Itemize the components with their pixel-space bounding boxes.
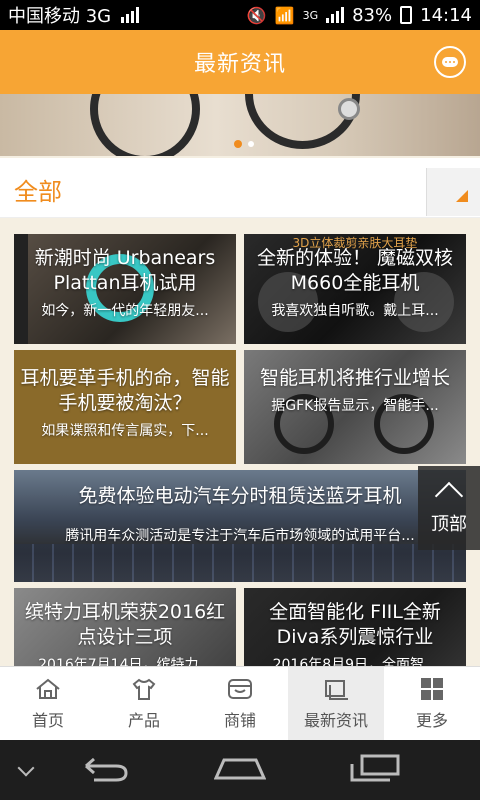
carrier-text: 中国移动 3G [8, 6, 112, 27]
recent-apps-icon[interactable] [350, 754, 400, 786]
tab-label: 首页 [31, 710, 64, 730]
news-icon [322, 677, 350, 701]
status-bar: 中国移动 3G 🔇 📶 3G 83% 14:14 [0, 0, 480, 30]
news-title: 新潮时尚 Urbanears Plattan耳机试用 [34, 247, 216, 294]
dropdown-arrow-icon [456, 190, 468, 202]
bottom-tab-bar: 首页 产品 商铺 最新资讯 更多 [0, 666, 480, 740]
cell-signal-icon [326, 7, 345, 23]
mute-icon: 🔇 [246, 5, 267, 25]
wifi-icon: 📶 [274, 5, 295, 25]
news-title: 全面智能化 FIIL全新Diva系列震惊行业 [269, 601, 441, 648]
news-title: 耳机要革手机的命，智能手机要被淘汰？ [20, 367, 230, 414]
news-list: 新潮时尚 Urbanears Plattan耳机试用 如今，新一代的年轻朋友..… [0, 218, 480, 666]
shirt-icon [130, 677, 158, 701]
news-summary: 腾讯用车众测活动是专注于汽车后市场领域的试用平台... [65, 528, 415, 544]
tab-home[interactable]: 首页 [0, 667, 96, 740]
system-nav-bar [0, 740, 480, 800]
network-type: 3G [302, 8, 319, 22]
news-card[interactable]: 全面智能化 FIIL全新Diva系列震惊行业 2016年8月9日，全面智... [244, 588, 466, 666]
grid-icon [418, 677, 446, 701]
battery-percent: 83% [352, 4, 393, 26]
tab-label: 产品 [127, 710, 160, 730]
tab-label: 更多 [415, 710, 448, 730]
message-button[interactable] [434, 46, 466, 78]
tab-stores[interactable]: 商铺 [192, 667, 288, 740]
signal-strength-icon [121, 7, 140, 23]
news-summary: 如果谍照和传言属实，下... [41, 423, 209, 439]
back-icon[interactable] [84, 756, 130, 786]
tab-label: 商铺 [223, 710, 256, 730]
chevron-up-icon [434, 481, 464, 511]
banner-image[interactable] [0, 94, 480, 156]
category-label: 全部 [14, 178, 62, 206]
home-icon [34, 677, 62, 701]
news-summary: 我喜欢独自听歌。戴上耳... [271, 303, 439, 319]
chevron-down-icon[interactable] [17, 759, 35, 777]
tab-more[interactable]: 更多 [384, 667, 480, 740]
clock: 14:14 [420, 4, 472, 26]
tab-label: 最新资讯 [303, 710, 368, 730]
news-card[interactable]: 智能耳机将推行业增长 据GFK报告显示，智能手... [244, 350, 466, 464]
news-title: 免费体验电动汽车分时租赁送蓝牙耳机 [78, 485, 402, 507]
category-filter: 全部 [0, 158, 480, 218]
news-card[interactable]: 新潮时尚 Urbanears Plattan耳机试用 如今，新一代的年轻朋友..… [14, 234, 236, 344]
news-title: 智能耳机将推行业增长 [259, 367, 450, 389]
news-title: 缤特力耳机荣获2016红点设计三项 [24, 601, 226, 648]
news-title: 全新的体验！ 魔磁双核M660全能耳机 [256, 247, 454, 294]
category-dropdown-button[interactable] [426, 168, 480, 216]
tab-products[interactable]: 产品 [96, 667, 192, 740]
tab-news[interactable]: 最新资讯 [288, 667, 384, 740]
app-header: 最新资讯 [0, 30, 480, 94]
news-card[interactable]: 3D立体裁剪亲肤大耳垫 全新的体验！ 魔磁双核M660全能耳机 我喜欢独自听歌。… [244, 234, 466, 344]
home-nav-icon[interactable] [213, 756, 267, 786]
news-summary: 2016年7月14日，缤特力... [38, 657, 212, 666]
back-to-top-button[interactable]: 顶部 [418, 466, 480, 550]
battery-icon [400, 6, 413, 24]
page-title: 最新资讯 [193, 52, 286, 77]
back-to-top-label: 顶部 [431, 514, 467, 535]
news-summary: 2016年8月9日，全面智... [272, 657, 438, 666]
news-summary: 据GFK报告显示，智能手... [271, 398, 439, 414]
news-card[interactable]: 免费体验电动汽车分时租赁送蓝牙耳机 腾讯用车众测活动是专注于汽车后市场领域的试用… [14, 470, 466, 582]
store-icon [226, 677, 254, 701]
news-summary: 如今，新一代的年轻朋友... [41, 303, 209, 319]
news-card[interactable]: 缤特力耳机荣获2016红点设计三项 2016年7月14日，缤特力... [14, 588, 236, 666]
chat-bubble-icon [442, 57, 458, 67]
news-card[interactable]: 耳机要革手机的命，智能手机要被淘汰？ 如果谍照和传言属实，下... [14, 350, 236, 464]
